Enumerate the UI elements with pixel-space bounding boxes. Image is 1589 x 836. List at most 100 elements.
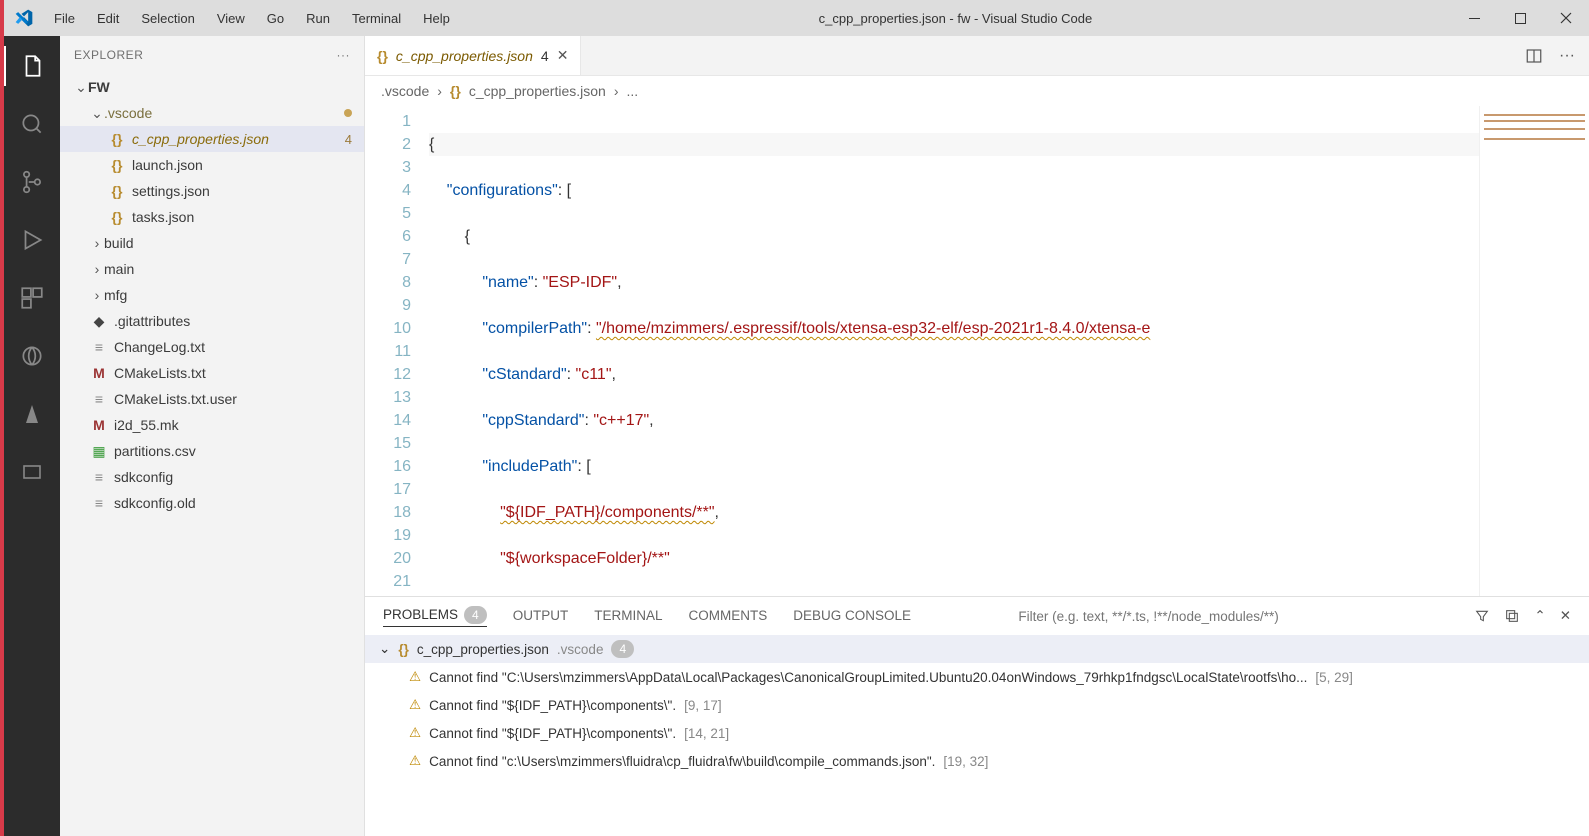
modified-dot-icon (344, 109, 352, 117)
git-icon: ◆ (90, 313, 108, 330)
menu-terminal[interactable]: Terminal (342, 7, 411, 30)
code-editor[interactable]: 123456789101112131415161718192021 { "con… (365, 106, 1589, 596)
activity-misc-icon[interactable] (4, 452, 60, 492)
activity-explorer-icon[interactable] (4, 46, 60, 86)
text-file-icon: ≡ (90, 469, 108, 485)
filter-icon[interactable] (1474, 608, 1490, 624)
menu-file[interactable]: File (44, 7, 85, 30)
warning-icon: ⚠ (409, 697, 421, 713)
problem-item[interactable]: ⚠Cannot find "c:\Users\mzimmers\fluidra\… (365, 747, 1589, 775)
problems-badge: 4 (345, 132, 352, 147)
problem-item[interactable]: ⚠Cannot find "C:\Users\mzimmers\AppData\… (365, 663, 1589, 691)
editor-tabs: {} c_cpp_properties.json 4 ✕ ··· (365, 36, 1589, 76)
close-tab-icon[interactable]: ✕ (557, 47, 569, 64)
tree-root[interactable]: ⌄FW (60, 74, 364, 100)
tab-modified-count: 4 (541, 48, 549, 64)
close-panel-icon[interactable]: ✕ (1560, 608, 1571, 624)
breadcrumb-file[interactable]: c_cpp_properties.json (469, 83, 606, 99)
tree-file-tasks[interactable]: {}tasks.json (60, 204, 364, 230)
panel-tab-output[interactable]: OUTPUT (513, 608, 569, 625)
menu-selection[interactable]: Selection (131, 7, 204, 30)
main-menu: File Edit Selection View Go Run Terminal… (44, 7, 460, 30)
titlebar: File Edit Selection View Go Run Terminal… (4, 0, 1589, 36)
panel-tab-terminal[interactable]: TERMINAL (594, 608, 662, 625)
menu-help[interactable]: Help (413, 7, 460, 30)
close-button[interactable] (1543, 0, 1589, 36)
chevron-down-icon: ⌄ (74, 79, 88, 96)
activity-remote-icon[interactable] (4, 336, 60, 376)
text-file-icon: ≡ (90, 391, 108, 407)
tree-file-settings[interactable]: {}settings.json (60, 178, 364, 204)
activity-search-icon[interactable] (4, 104, 60, 144)
json-icon: {} (450, 83, 461, 99)
split-editor-icon[interactable] (1525, 47, 1543, 65)
tab-ccpp[interactable]: {} c_cpp_properties.json 4 ✕ (365, 36, 581, 75)
panel-tab-comments[interactable]: COMMENTS (688, 608, 767, 625)
json-icon: {} (108, 209, 126, 225)
panel-tab-debug[interactable]: DEBUG CONSOLE (793, 608, 911, 625)
menu-go[interactable]: Go (257, 7, 294, 30)
menu-view[interactable]: View (207, 7, 255, 30)
bottom-panel: PROBLEMS4 OUTPUT TERMINAL COMMENTS DEBUG… (365, 596, 1589, 836)
tree-folder-mfg[interactable]: ›mfg (60, 282, 364, 308)
chevron-right-icon: › (614, 83, 619, 99)
tree-file-changelog[interactable]: ≡ChangeLog.txt (60, 334, 364, 360)
problems-filter-input[interactable] (1018, 609, 1438, 624)
panel-tab-problems[interactable]: PROBLEMS4 (383, 606, 487, 627)
tree-file-cmake[interactable]: MCMakeLists.txt (60, 360, 364, 386)
tree-folder-main[interactable]: ›main (60, 256, 364, 282)
problems-list: ⌄ {} c_cpp_properties.json .vscode 4 ⚠Ca… (365, 635, 1589, 836)
menu-run[interactable]: Run (296, 7, 340, 30)
explorer-title: EXPLORER (74, 48, 143, 62)
activity-source-control-icon[interactable] (4, 162, 60, 202)
tree-file-launch[interactable]: {}launch.json (60, 152, 364, 178)
minimap[interactable] (1479, 106, 1589, 596)
chevron-down-icon: ⌄ (379, 641, 390, 657)
vscode-logo-icon (4, 8, 44, 28)
activity-bar (4, 36, 60, 836)
chevron-up-icon[interactable]: ⌃ (1534, 608, 1545, 624)
tree-folder-vscode[interactable]: ⌄.vscode (60, 100, 364, 126)
group-file: c_cpp_properties.json (417, 642, 549, 657)
json-icon: {} (108, 183, 126, 199)
tree-file-partitions[interactable]: ▦partitions.csv (60, 438, 364, 464)
chevron-right-icon: › (90, 287, 104, 303)
window-title: c_cpp_properties.json - fw - Visual Stud… (460, 11, 1451, 26)
json-icon: {} (398, 642, 409, 657)
editor-more-icon[interactable]: ··· (1559, 47, 1575, 65)
problem-item[interactable]: ⚠Cannot find "${IDF_PATH}\components\".[… (365, 691, 1589, 719)
problems-group[interactable]: ⌄ {} c_cpp_properties.json .vscode 4 (365, 635, 1589, 663)
warning-icon: ⚠ (409, 753, 421, 769)
tree-file-i2d[interactable]: Mi2d_55.mk (60, 412, 364, 438)
activity-run-debug-icon[interactable] (4, 220, 60, 260)
problems-count-badge: 4 (464, 606, 487, 624)
tree-file-ccpp[interactable]: {}c_cpp_properties.json4 (60, 126, 364, 152)
minimize-button[interactable] (1451, 0, 1497, 36)
text-file-icon: ≡ (90, 495, 108, 511)
json-icon: {} (108, 131, 126, 147)
breadcrumb-symbol[interactable]: ... (626, 83, 638, 99)
makefile-icon: M (90, 417, 108, 433)
chevron-down-icon: ⌄ (90, 105, 104, 122)
tree-file-cmakeuser[interactable]: ≡CMakeLists.txt.user (60, 386, 364, 412)
makefile-icon: M (90, 365, 108, 381)
tab-label: c_cpp_properties.json (396, 48, 533, 64)
breadcrumb[interactable]: .vscode › {} c_cpp_properties.json › ... (365, 76, 1589, 106)
chevron-right-icon: › (437, 83, 442, 99)
file-tree: ⌄FW ⌄.vscode {}c_cpp_properties.json4 {}… (60, 74, 364, 836)
code-content[interactable]: { "configurations": [ { "name": "ESP-IDF… (429, 106, 1479, 596)
tree-file-sdkconfigold[interactable]: ≡sdkconfig.old (60, 490, 364, 516)
chevron-right-icon: › (90, 261, 104, 277)
tree-folder-build[interactable]: ›build (60, 230, 364, 256)
text-file-icon: ≡ (90, 339, 108, 355)
explorer-more-icon[interactable]: ··· (337, 48, 351, 62)
tree-file-gitattr[interactable]: ◆.gitattributes (60, 308, 364, 334)
tree-file-sdkconfig[interactable]: ≡sdkconfig (60, 464, 364, 490)
maximize-button[interactable] (1497, 0, 1543, 36)
activity-extensions-icon[interactable] (4, 278, 60, 318)
collapse-all-icon[interactable] (1504, 608, 1520, 624)
problem-item[interactable]: ⚠Cannot find "${IDF_PATH}\components\".[… (365, 719, 1589, 747)
menu-edit[interactable]: Edit (87, 7, 129, 30)
activity-atlassian-icon[interactable] (4, 394, 60, 434)
breadcrumb-folder[interactable]: .vscode (381, 83, 429, 99)
